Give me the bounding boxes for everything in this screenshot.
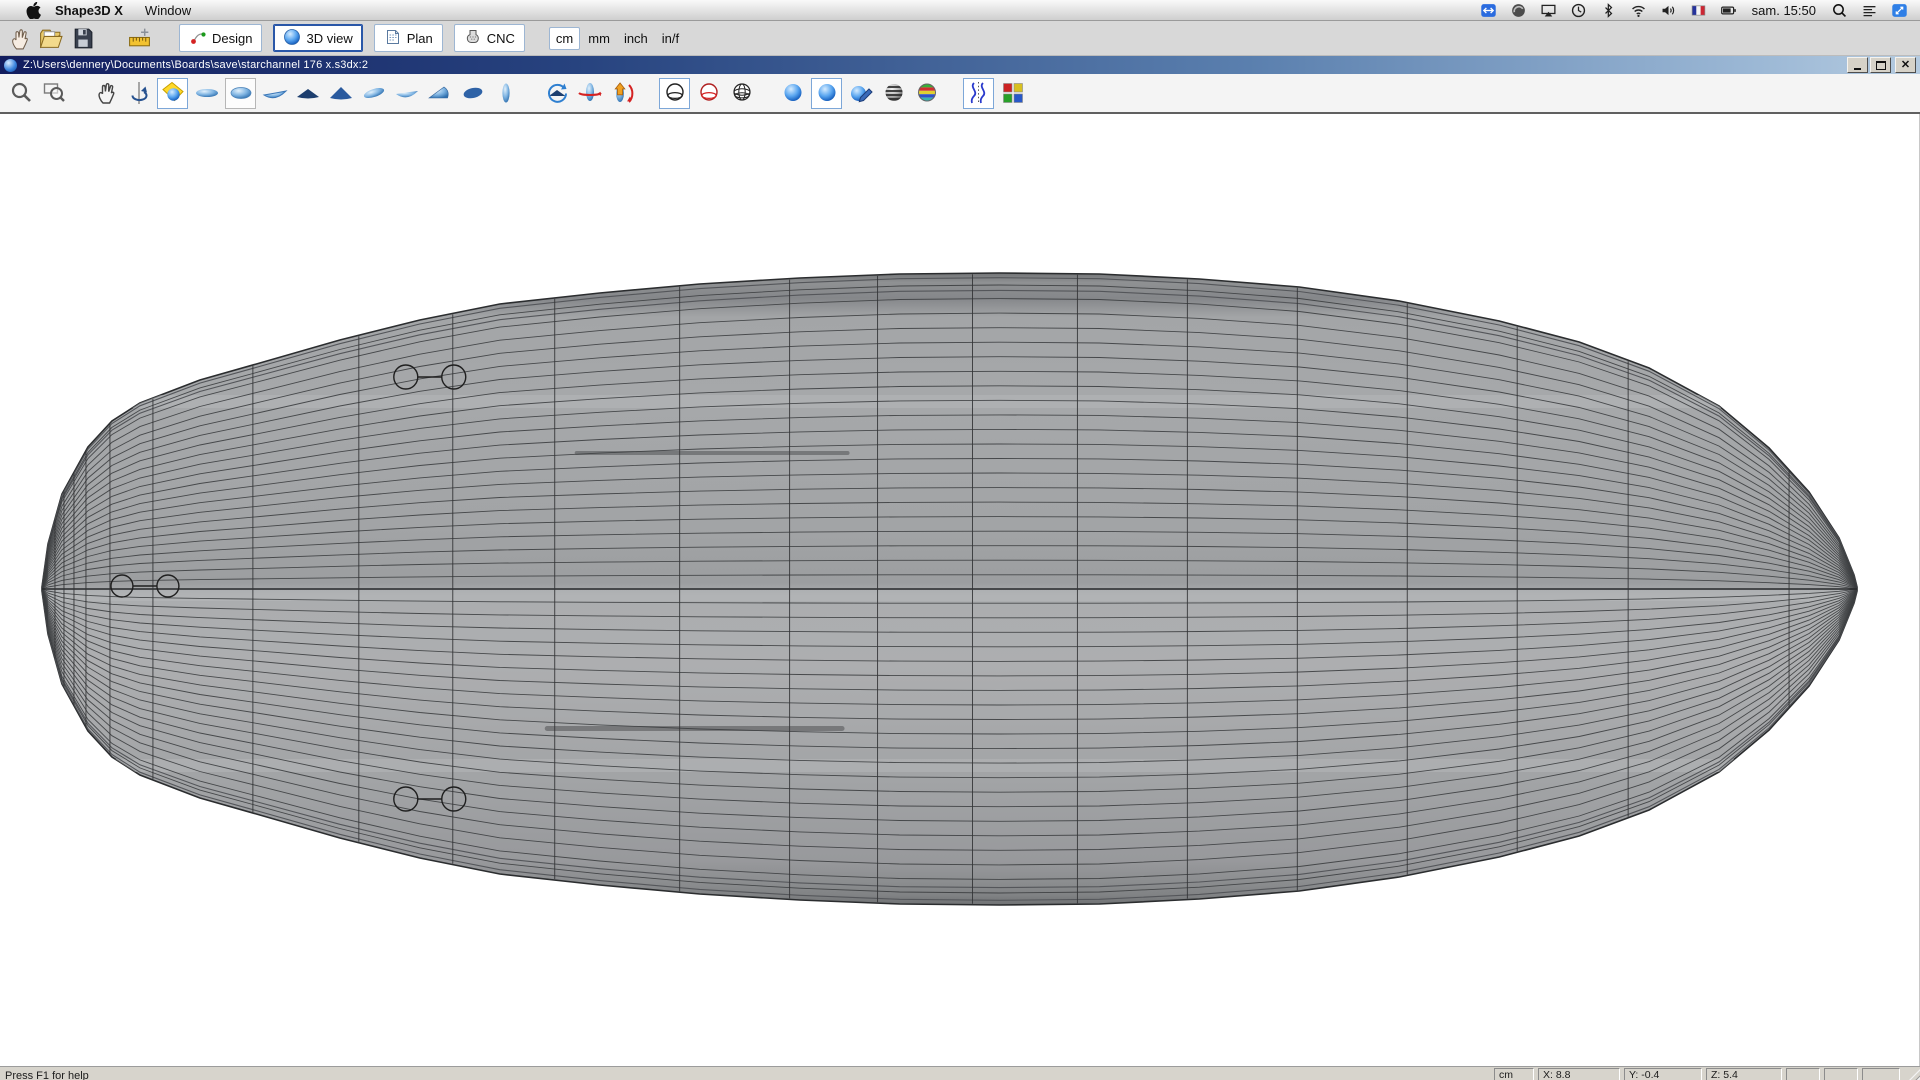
unit-in-f[interactable]: in/f bbox=[656, 28, 685, 49]
status-bar: Press F1 for help cm X: 8.8 Y: -0.4 Z: 5.4 bbox=[0, 1066, 1920, 1080]
tab-label: Plan bbox=[407, 31, 433, 46]
tab-label: CNC bbox=[487, 31, 515, 46]
edit-board-button[interactable] bbox=[157, 78, 188, 109]
flow-lines-button[interactable] bbox=[963, 78, 994, 109]
rocker-line-button[interactable] bbox=[260, 79, 289, 108]
maximize-button[interactable] bbox=[1870, 57, 1891, 73]
plan-icon bbox=[384, 28, 402, 49]
view-toolbar bbox=[0, 74, 1920, 114]
render-slices-color-button[interactable] bbox=[912, 79, 941, 108]
notification-list-icon[interactable] bbox=[1861, 2, 1878, 19]
menu-item-window[interactable]: Window bbox=[145, 3, 191, 18]
surfboard-top-view[interactable] bbox=[0, 114, 1919, 1066]
outline-flat-button[interactable] bbox=[192, 79, 221, 108]
render-rings-red-button[interactable] bbox=[694, 79, 723, 108]
status-empty-panel bbox=[1824, 1068, 1858, 1080]
window-controls: ✕ bbox=[1847, 57, 1916, 73]
dark-ellipse-button[interactable] bbox=[458, 79, 487, 108]
spotlight-icon[interactable] bbox=[1831, 2, 1848, 19]
cnc-icon bbox=[464, 28, 482, 49]
tab-label: Design bbox=[212, 31, 252, 46]
render-blue-button[interactable] bbox=[778, 79, 807, 108]
rocker-thin-button[interactable] bbox=[392, 79, 421, 108]
render-slices-gray-button[interactable] bbox=[879, 79, 908, 108]
app-menu-title[interactable]: Shape3D X bbox=[55, 3, 123, 18]
front-view-button[interactable] bbox=[293, 79, 322, 108]
teamviewer-icon[interactable] bbox=[1480, 2, 1497, 19]
view3d-icon bbox=[283, 28, 301, 49]
rotate-view-button[interactable] bbox=[124, 79, 153, 108]
status-coord-panel: X: 8.8 bbox=[1538, 1068, 1620, 1080]
resize-grip[interactable] bbox=[1905, 1069, 1920, 1080]
tab-plan[interactable]: Plan bbox=[374, 24, 443, 52]
rotate-yaw-button[interactable] bbox=[575, 79, 604, 108]
menu-clock[interactable]: sam. 15:50 bbox=[1752, 3, 1816, 18]
screen: Shape3D X Window sam. 15:50 Design 3D vie… bbox=[0, 0, 1920, 1080]
design-icon bbox=[189, 28, 207, 49]
rotate-pitch-button[interactable] bbox=[608, 79, 637, 108]
macos-menu-bar: Shape3D X Window sam. 15:50 bbox=[0, 0, 1920, 21]
outline-top-button[interactable] bbox=[225, 78, 256, 109]
zoom-window-button[interactable] bbox=[40, 79, 69, 108]
wedge-view-button[interactable] bbox=[425, 79, 454, 108]
status-empty-panel bbox=[1786, 1068, 1820, 1080]
render-mesh-button[interactable] bbox=[727, 79, 756, 108]
render-blue-active-button[interactable] bbox=[811, 78, 842, 109]
front-view-solid-button[interactable] bbox=[326, 79, 355, 108]
rotate-front-button[interactable] bbox=[542, 79, 571, 108]
tab-design[interactable]: Design bbox=[179, 24, 262, 52]
close-button[interactable]: ✕ bbox=[1895, 57, 1916, 73]
document-icon bbox=[4, 59, 17, 72]
status-coord-panel: Z: 5.4 bbox=[1706, 1068, 1782, 1080]
render-rings-dark-button[interactable] bbox=[659, 78, 690, 109]
status-help-text: Press F1 for help bbox=[0, 1070, 89, 1080]
battery-icon[interactable] bbox=[1720, 2, 1737, 19]
screen-share-icon[interactable] bbox=[1891, 2, 1908, 19]
pan-hand-button[interactable] bbox=[91, 79, 120, 108]
zoom-tool-button[interactable] bbox=[7, 79, 36, 108]
airplay-icon[interactable] bbox=[1540, 2, 1557, 19]
sync-swirl-icon[interactable] bbox=[1510, 2, 1527, 19]
render-paint-button[interactable] bbox=[846, 79, 875, 108]
perspective-ellipse-button[interactable] bbox=[359, 79, 388, 108]
unit-selector: cmmminchin/f bbox=[549, 27, 685, 50]
unit-mm[interactable]: mm bbox=[582, 28, 616, 49]
tab-label: 3D view bbox=[306, 31, 352, 46]
apple-menu-icon[interactable] bbox=[26, 2, 41, 19]
tab-cnc[interactable]: CNC bbox=[454, 24, 525, 52]
menu-status-area: sam. 15:50 bbox=[1480, 2, 1908, 19]
bluetooth-icon[interactable] bbox=[1600, 2, 1617, 19]
main-toolbar: Design 3D view Plan CNC cmmminchin/f bbox=[0, 21, 1920, 56]
status-coord-panel: Y: -0.4 bbox=[1624, 1068, 1702, 1080]
volume-icon[interactable] bbox=[1660, 2, 1677, 19]
measure-tool-button[interactable] bbox=[126, 25, 153, 52]
viewport-3d[interactable] bbox=[0, 114, 1920, 1066]
status-unit-panel: cm bbox=[1494, 1068, 1534, 1080]
minimize-button[interactable] bbox=[1847, 57, 1868, 73]
vertical-outline-button[interactable] bbox=[491, 79, 520, 108]
status-empty-panel bbox=[1862, 1068, 1900, 1080]
open-folder-button[interactable] bbox=[37, 25, 64, 52]
document-title: Z:\Users\dennery\Documents\Boards\save\s… bbox=[23, 59, 368, 71]
unit-inch[interactable]: inch bbox=[618, 28, 654, 49]
wifi-icon[interactable] bbox=[1630, 2, 1647, 19]
save-doc-button[interactable] bbox=[69, 25, 96, 52]
color-tiles-button[interactable] bbox=[998, 79, 1027, 108]
hand-tool-button[interactable] bbox=[5, 25, 32, 52]
document-title-bar[interactable]: Z:\Users\dennery\Documents\Boards\save\s… bbox=[0, 56, 1920, 74]
input-flag-fr-icon[interactable] bbox=[1690, 2, 1707, 19]
time-machine-icon[interactable] bbox=[1570, 2, 1587, 19]
tab-3d-view[interactable]: 3D view bbox=[273, 24, 362, 52]
unit-cm[interactable]: cm bbox=[549, 27, 580, 50]
